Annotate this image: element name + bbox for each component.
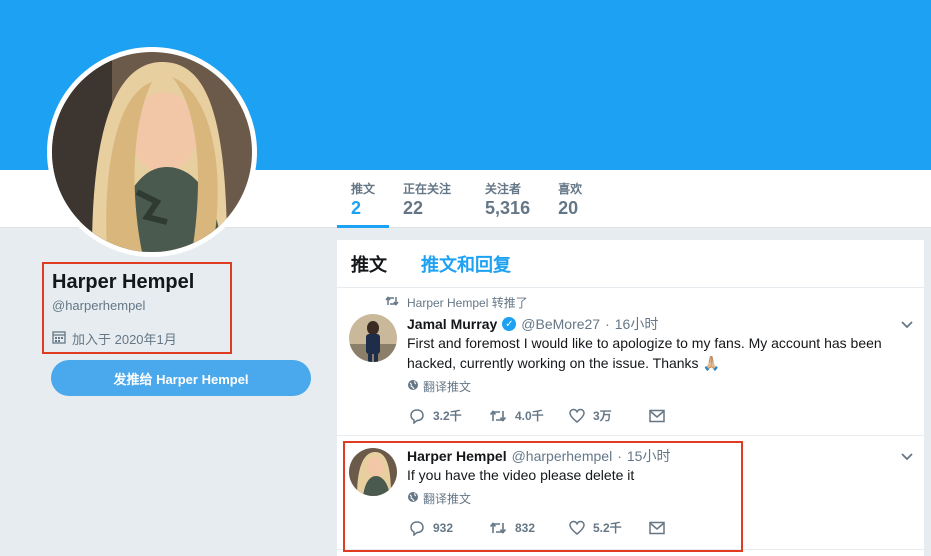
retweet-count: 4.0千 <box>515 409 544 423</box>
stat-label: 正在关注 <box>403 182 452 196</box>
tab-tweets[interactable]: 推文 <box>351 251 387 277</box>
stat-tweets[interactable]: 推文 2 <box>337 170 390 228</box>
stat-value: 2 <box>351 198 362 218</box>
stat-following[interactable]: 正在关注 22 <box>389 170 451 228</box>
profile-name[interactable]: Harper Hempel <box>52 270 230 294</box>
translate-label[interactable]: 翻译推文 <box>423 378 471 395</box>
retweet-context: Harper Hempel 转推了 <box>385 294 528 311</box>
stat-label: 关注者 <box>485 182 522 196</box>
tweet-to-button[interactable]: 发推给 Harper Hempel <box>51 360 311 396</box>
profile-card-highlight: Harper Hempel @harperhempel 加入于 2020年1月 <box>42 262 232 354</box>
stat-value: 20 <box>558 198 579 218</box>
tweet-avatar[interactable] <box>349 314 397 362</box>
reply-icon <box>410 408 424 424</box>
calendar-icon <box>52 330 66 347</box>
reply-button[interactable]: 3.2千 <box>409 407 489 424</box>
globe-icon <box>407 379 419 394</box>
tab-tweets-and-replies[interactable]: 推文和回复 <box>421 251 511 277</box>
tweet-text: First and foremost I would like to apolo… <box>407 335 882 371</box>
reply-count: 3.2千 <box>433 409 462 423</box>
profile-stats: 推文 2 正在关注 22 关注者 5,316 喜欢 20 <box>337 170 582 228</box>
profile-avatar[interactable] <box>47 47 257 257</box>
stat-followers[interactable]: 关注者 5,316 <box>451 170 530 228</box>
stat-value: 5,316 <box>485 198 531 218</box>
retweet-button[interactable]: 4.0千 <box>489 407 569 424</box>
stat-likes[interactable]: 喜欢 20 <box>530 170 582 228</box>
joined-text: 加入于 2020年1月 <box>72 332 177 347</box>
stat-label: 推文 <box>351 182 376 196</box>
stat-value: 22 <box>403 198 424 218</box>
retweet-icon <box>489 409 507 422</box>
heart-icon <box>569 408 585 423</box>
stat-label: 喜欢 <box>558 182 583 196</box>
avatar <box>52 52 252 252</box>
timeline-tabs: 推文 推文和回复 <box>337 240 924 288</box>
separator-dot: · <box>605 316 610 332</box>
tweet-item[interactable]: Harper Hempel 转推了 Jamal Murray ✓ @BeMore… <box>337 288 924 436</box>
profile-handle[interactable]: @harperhempel <box>52 298 230 313</box>
tweet-actions: 3.2千 4.0千 3万 <box>409 407 729 424</box>
profile-joined: 加入于 2020年1月 <box>52 329 230 348</box>
tweet-header: Jamal Murray ✓ @BeMore27 · 16小时 <box>407 314 658 334</box>
tweet-time[interactable]: 16小时 <box>615 314 659 334</box>
message-button[interactable] <box>649 409 729 423</box>
tweet-author-handle[interactable]: @BeMore27 <box>521 316 600 332</box>
envelope-icon <box>649 409 665 422</box>
translate-link[interactable]: 翻译推文 <box>407 378 471 395</box>
retweeted-by[interactable]: Harper Hempel 转推了 <box>407 294 528 311</box>
like-count: 3万 <box>593 409 612 423</box>
tweet-author-name[interactable]: Jamal Murray <box>407 316 497 332</box>
chevron-down-icon[interactable] <box>900 450 914 464</box>
chevron-down-icon[interactable] <box>900 318 914 332</box>
verified-icon: ✓ <box>502 317 517 331</box>
like-button[interactable]: 3万 <box>569 407 649 424</box>
tweet-highlight-box <box>343 441 743 552</box>
retweet-icon <box>385 295 399 310</box>
